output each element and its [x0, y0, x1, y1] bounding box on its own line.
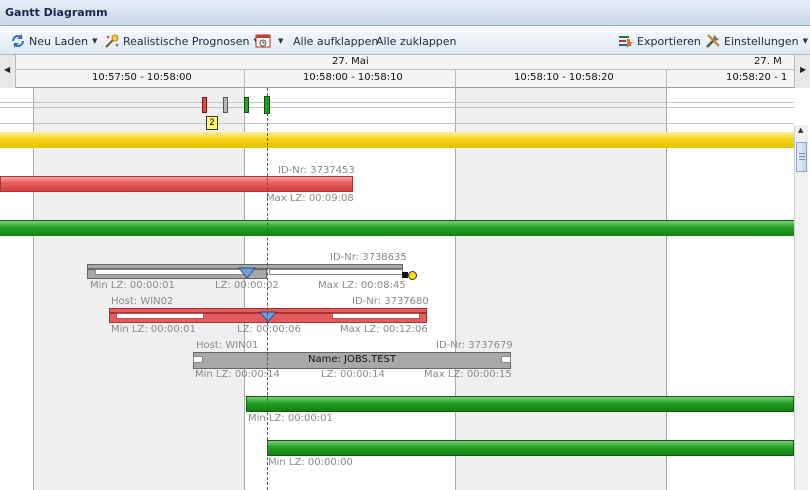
- arrow-up-icon[interactable]: ▲: [798, 126, 803, 134]
- min-duration-label: Min LZ: 00:00:01: [248, 413, 333, 424]
- chevron-down-icon[interactable]: ▼: [803, 37, 808, 45]
- interval-label: 10:58:10 - 10:58:20: [514, 72, 614, 83]
- id-label: ID-Nr: 3738635: [330, 252, 407, 263]
- milestone-row-line: [0, 107, 794, 108]
- min-duration-label: Min LZ: 00:00:00: [268, 457, 353, 468]
- max-duration-label: Max LZ: 00:09:08: [266, 193, 354, 204]
- gantt-bar-green[interactable]: [267, 440, 794, 456]
- gantt-bar-grey-inner: [269, 269, 403, 275]
- milestone-marker[interactable]: [244, 97, 249, 113]
- id-label: ID-Nr: 3737680: [352, 296, 429, 307]
- gantt-bar-red-inner: [332, 313, 420, 319]
- min-duration-label: Min LZ: 00:00:01: [111, 324, 196, 335]
- milestone-marker[interactable]: [202, 97, 207, 113]
- interval-label: 10:58:20 - 1: [726, 72, 788, 83]
- header-divider: [16, 69, 794, 70]
- current-duration-marker-icon[interactable]: [259, 311, 277, 323]
- clock-icon: [255, 33, 271, 49]
- settings-label: Einstellungen: [724, 34, 799, 48]
- vertical-scrollbar[interactable]: ▲: [794, 125, 808, 490]
- milestone-row-line: [0, 102, 794, 103]
- id-label: ID-Nr: 3737679: [436, 340, 513, 351]
- export-button[interactable]: Exportieren: [618, 33, 701, 49]
- duration-label: LZ: 00:00:02: [215, 280, 279, 291]
- duration-label: LZ: 00:00:14: [321, 369, 385, 380]
- collapse-all-label: Alle zuklappen: [376, 34, 457, 48]
- interval-divider: [666, 70, 667, 88]
- arrow-left-icon: ◀: [4, 65, 11, 74]
- gantt-bar-yellow[interactable]: [0, 132, 794, 148]
- interval-label: 10:58:00 - 10:58:10: [303, 72, 403, 83]
- deadline-dot[interactable]: [408, 271, 417, 280]
- host-label: Host: WIN02: [111, 296, 174, 307]
- timeline-header: ◀ ▶ 27. Mai 27. M 10:57:50 - 10:58:00 10…: [0, 55, 810, 88]
- gantt-bar-grey-inner: [501, 356, 511, 363]
- forecast-button[interactable]: Realistische Prognosen ▼: [104, 33, 259, 49]
- max-duration-label: Max LZ: 00:00:15: [424, 369, 512, 380]
- date-label: 27. Mai: [332, 56, 369, 67]
- interval-label: 10:57:50 - 10:58:00: [92, 72, 192, 83]
- host-label: Host: WIN01: [196, 340, 259, 351]
- window-titlebar: Gantt Diagramm: [0, 0, 810, 26]
- job-name-label: Name: JOBS.TEST: [308, 354, 396, 365]
- reload-label: Neu Laden: [29, 34, 89, 48]
- milestone-count-badge: 2: [206, 116, 218, 130]
- scroll-thumb[interactable]: [796, 142, 807, 172]
- milestone-marker[interactable]: [223, 97, 228, 113]
- expand-all-label: Alle aufklappen: [293, 34, 379, 48]
- duration-label: LZ: 00:00:06: [237, 324, 301, 335]
- scroll-left-button[interactable]: ◀: [0, 55, 16, 88]
- max-duration-label: Max LZ: 00:08:45: [318, 280, 406, 291]
- export-icon: [618, 33, 634, 49]
- tools-icon: [705, 33, 721, 49]
- gantt-bar-green[interactable]: [0, 220, 794, 236]
- gantt-chart-area: 2 ID-Nr: 3737453 Max LZ: 00:09:08 ID-Nr:…: [0, 88, 794, 490]
- id-label: ID-Nr: 3737453: [278, 165, 355, 176]
- scroll-right-button[interactable]: ▶: [794, 55, 810, 88]
- collapse-all-button[interactable]: Alle zuklappen: [376, 33, 457, 49]
- gantt-bar-grey-inner: [193, 356, 203, 363]
- forecast-label: Realistische Prognosen: [123, 34, 250, 48]
- gantt-bar-red[interactable]: [0, 176, 353, 192]
- gantt-bar-red-inner: [116, 313, 204, 319]
- export-label: Exportieren: [637, 34, 701, 48]
- chevron-down-icon[interactable]: ▼: [278, 37, 283, 45]
- interval-divider: [244, 70, 245, 88]
- current-time-line: [267, 88, 268, 490]
- milestone-row-line: [0, 123, 794, 124]
- date-label-right: 27. M: [754, 56, 782, 67]
- current-duration-marker-icon[interactable]: [238, 267, 256, 279]
- chevron-down-icon[interactable]: ▼: [92, 37, 97, 45]
- min-duration-label: Min LZ: 00:00:01: [90, 280, 175, 291]
- reload-button[interactable]: Neu Laden ▼: [10, 33, 97, 49]
- arrow-right-icon: ▶: [800, 65, 807, 74]
- grid-line: [33, 88, 34, 490]
- clock-options-button[interactable]: ▼: [255, 33, 283, 49]
- gantt-bar-green[interactable]: [246, 396, 794, 412]
- expand-all-button[interactable]: Alle aufklappen: [293, 33, 378, 49]
- grid-line: [666, 88, 667, 490]
- interval-divider: [455, 70, 456, 88]
- gantt-bar-grey-inner: [95, 269, 253, 275]
- interval-shade: [455, 88, 666, 490]
- window-title: Gantt Diagramm: [5, 6, 108, 19]
- wand-icon: [104, 33, 120, 49]
- refresh-icon: [10, 33, 26, 49]
- toolbar: Neu Laden ▼ Realistische Prognosen ▼ ▼ A…: [0, 27, 810, 55]
- grid-line: [455, 88, 456, 490]
- settings-button[interactable]: Einstellungen ▼: [705, 33, 808, 49]
- max-duration-label: Max LZ: 00:12:06: [340, 324, 428, 335]
